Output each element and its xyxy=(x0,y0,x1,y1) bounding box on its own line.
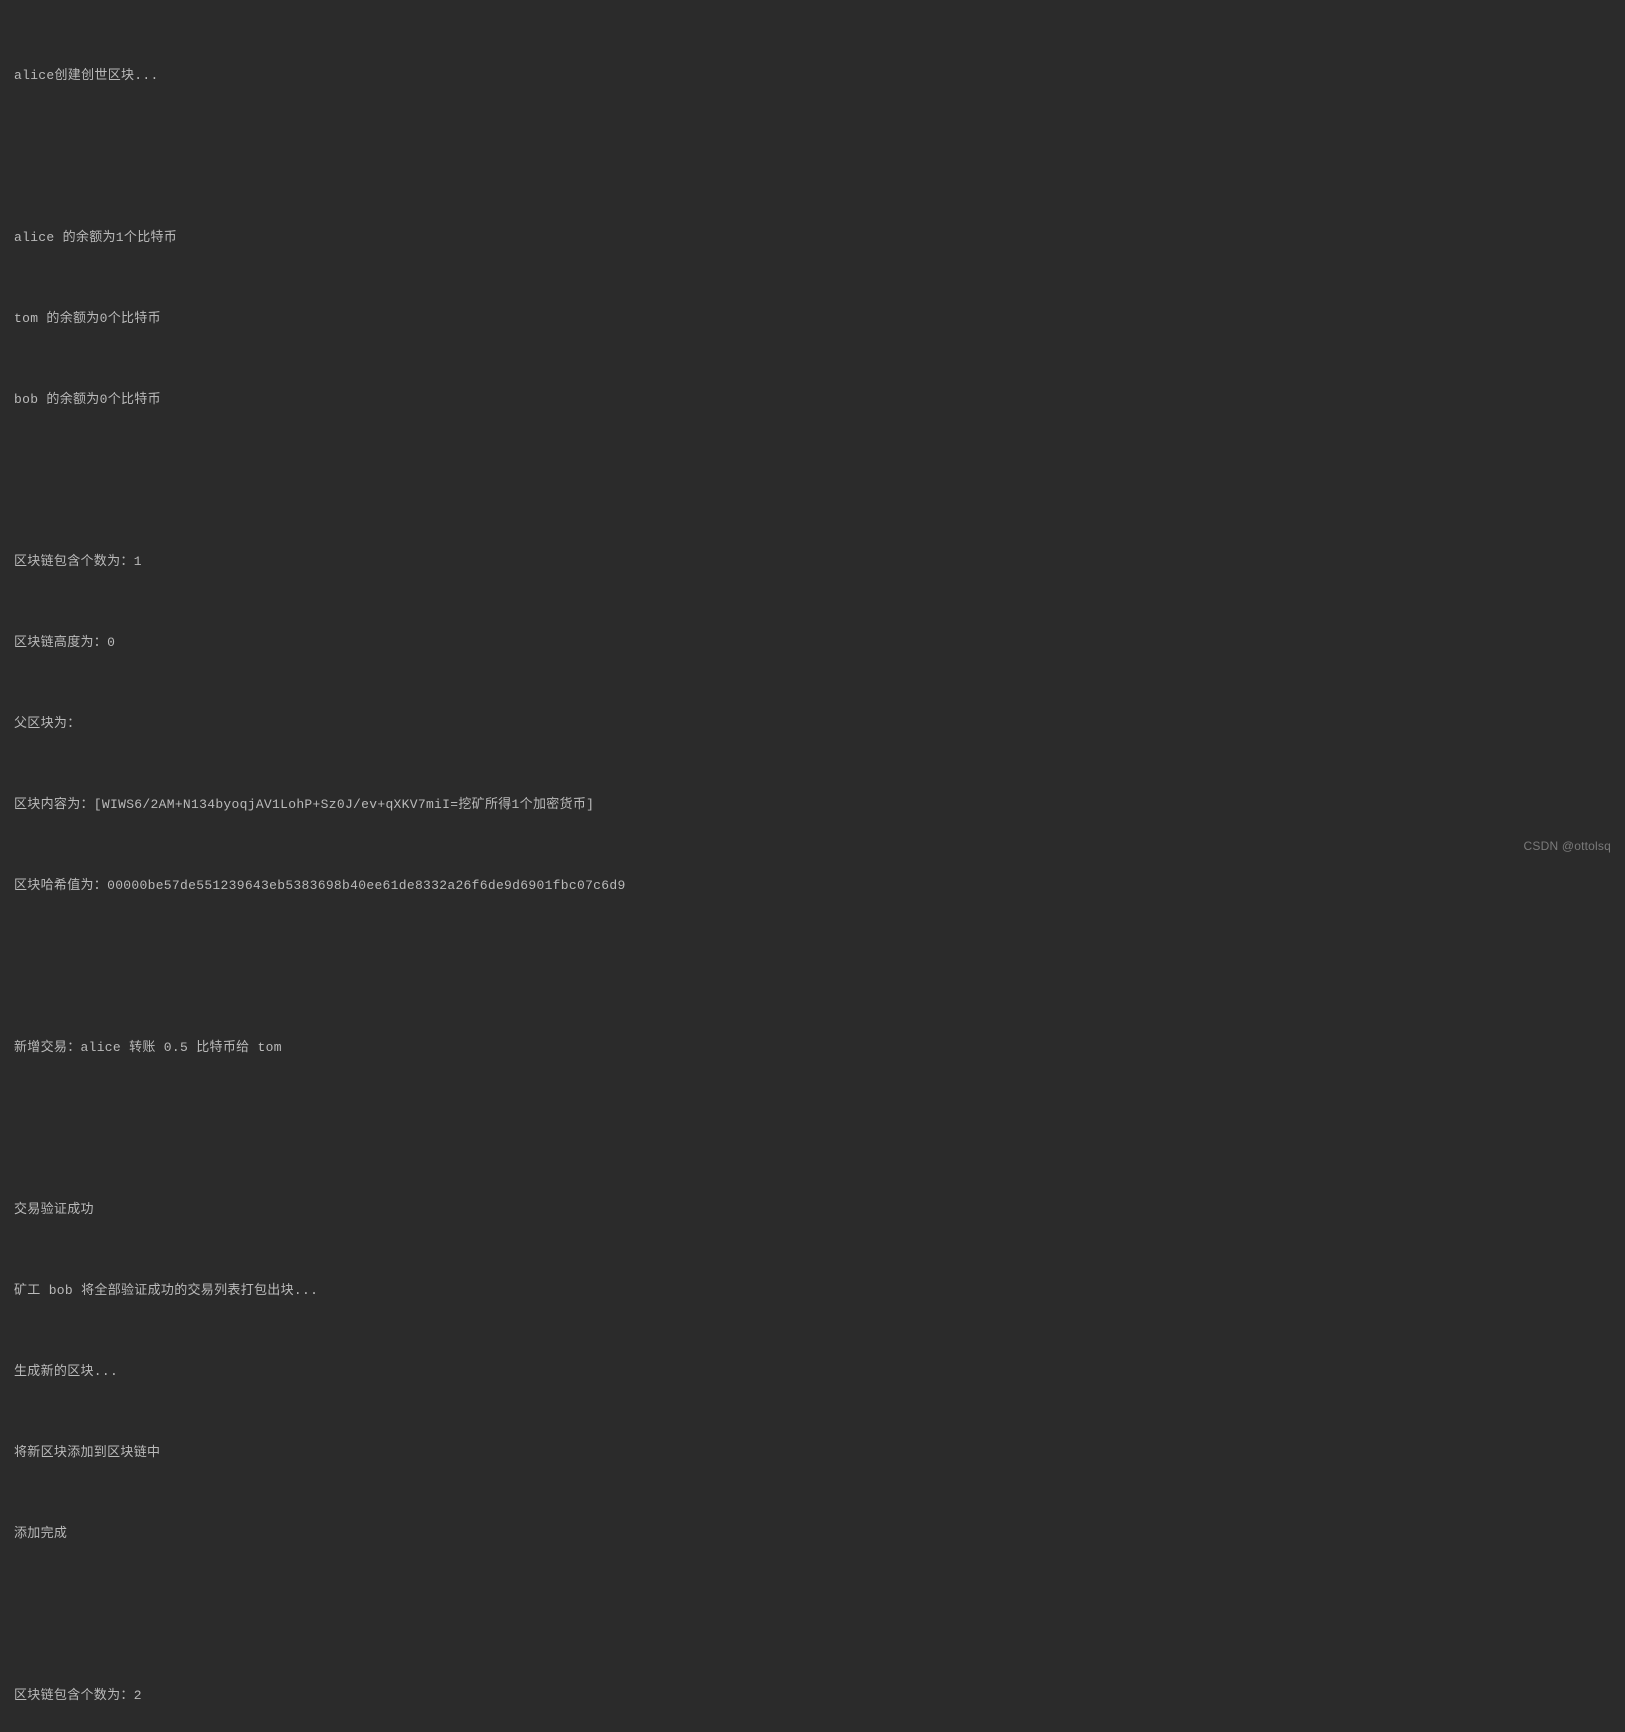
output-line: alice 的余额为1个比特币 xyxy=(14,224,1611,251)
terminal-output: alice创建创世区块... alice 的余额为1个比特币 tom 的余额为0… xyxy=(14,8,1611,1732)
output-line: alice创建创世区块... xyxy=(14,62,1611,89)
output-line xyxy=(14,1601,1611,1628)
output-line xyxy=(14,1115,1611,1142)
output-line: 区块链包含个数为：1 xyxy=(14,548,1611,575)
output-line xyxy=(14,143,1611,170)
output-line: tom 的余额为0个比特币 xyxy=(14,305,1611,332)
output-line: 将新区块添加到区块链中 xyxy=(14,1439,1611,1466)
output-line xyxy=(14,467,1611,494)
output-line: 交易验证成功 xyxy=(14,1196,1611,1223)
output-line: 矿工 bob 将全部验证成功的交易列表打包出块... xyxy=(14,1277,1611,1304)
output-line: 添加完成 xyxy=(14,1520,1611,1547)
output-line: 区块哈希值为：00000be57de551239643eb5383698b40e… xyxy=(14,872,1611,899)
output-line: 生成新的区块... xyxy=(14,1358,1611,1385)
watermark: CSDN @ottolsq xyxy=(1524,833,1611,860)
output-line: 新增交易：alice 转账 0.5 比特币给 tom xyxy=(14,1034,1611,1061)
output-line: bob 的余额为0个比特币 xyxy=(14,386,1611,413)
output-line: 区块链包含个数为：2 xyxy=(14,1682,1611,1709)
output-line: 区块内容为：[WIWS6/2AM+N134byoqjAV1LohP+Sz0J/e… xyxy=(14,791,1611,818)
output-line xyxy=(14,953,1611,980)
output-line: 父区块为： xyxy=(14,710,1611,737)
output-line: 区块链高度为：0 xyxy=(14,629,1611,656)
